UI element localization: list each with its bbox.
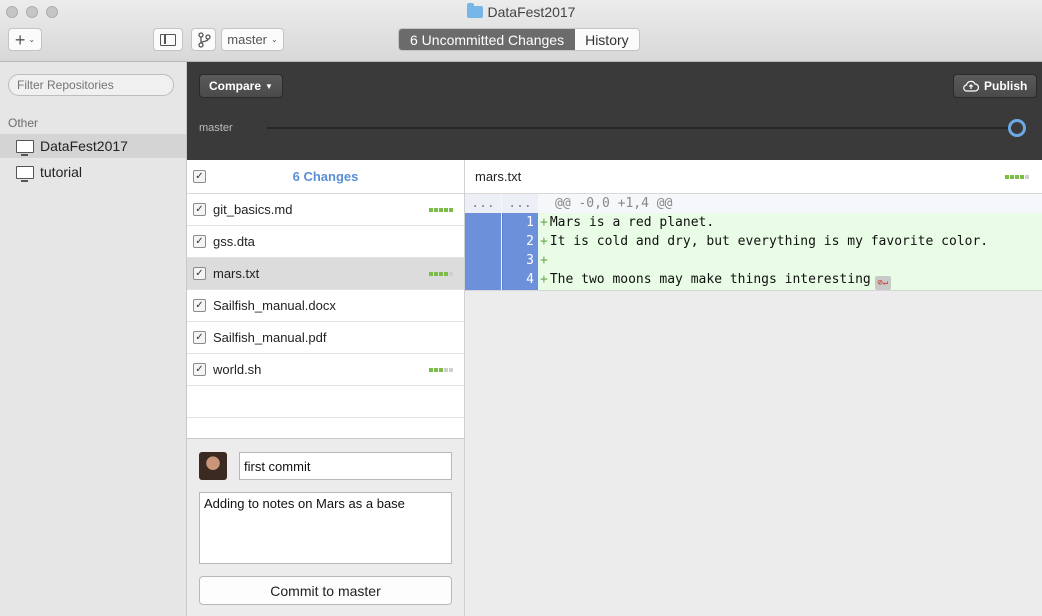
diffstat-block bbox=[1015, 174, 1019, 179]
toggle-sidebar-button[interactable] bbox=[153, 28, 183, 51]
changes-header: ✓ 6 Changes bbox=[187, 160, 464, 194]
diffstat-block bbox=[429, 271, 433, 276]
added-marker: + bbox=[540, 272, 548, 287]
commit-panel: Adding to notes on Mars as a base Commit… bbox=[187, 438, 465, 616]
add-button[interactable]: + ⌄ bbox=[8, 28, 42, 51]
branch-button[interactable] bbox=[191, 28, 216, 51]
view-tabs: 6 Uncommitted Changes History bbox=[398, 28, 640, 51]
diffstat-block bbox=[434, 207, 438, 212]
chevron-down-icon: ⌄ bbox=[271, 35, 278, 44]
file-row-world[interactable]: ✓ world.sh bbox=[187, 354, 464, 386]
branch-selector[interactable]: master ⌄ bbox=[221, 28, 284, 51]
changes-panel: ✓ 6 Changes ✓ git_basics.md ✓ gss.dta ✓ … bbox=[187, 160, 465, 438]
diff-divider bbox=[465, 290, 1042, 291]
diffstat-bar bbox=[429, 367, 453, 372]
branch-header: Compare ▼ Publish master bbox=[187, 62, 1042, 160]
branch-head-marker[interactable] bbox=[1008, 119, 1026, 137]
diffstat-block bbox=[1005, 174, 1009, 179]
sidebar-item-tutorial[interactable]: tutorial bbox=[0, 160, 186, 184]
diffstat-block bbox=[449, 207, 453, 212]
folder-icon bbox=[466, 3, 483, 18]
computer-icon bbox=[16, 139, 34, 156]
diffstat-bar bbox=[429, 207, 453, 212]
commit-button[interactable]: Commit to master bbox=[199, 576, 452, 605]
file-row-gss[interactable]: ✓ gss.dta bbox=[187, 226, 464, 258]
diffstat-block bbox=[1020, 174, 1024, 179]
diffstat-block bbox=[434, 271, 438, 276]
branch-icon bbox=[197, 31, 211, 48]
file-checkbox[interactable]: ✓ bbox=[193, 267, 206, 280]
file-row-sailfish-pdf[interactable]: ✓ Sailfish_manual.pdf bbox=[187, 322, 464, 354]
diffstat-block bbox=[429, 207, 433, 212]
diffstat-block bbox=[444, 271, 448, 276]
diffstat-block bbox=[439, 271, 443, 276]
toolbar: DataFest2017 + ⌄ master ⌄ 6 Uncommitted … bbox=[0, 0, 1042, 62]
window-title: DataFest2017 bbox=[0, 3, 1042, 20]
added-marker: + bbox=[540, 253, 548, 268]
file-row-sailfish-docx[interactable]: ✓ Sailfish_manual.docx bbox=[187, 290, 464, 322]
publish-button[interactable]: Publish bbox=[953, 74, 1038, 98]
file-checkbox[interactable]: ✓ bbox=[193, 299, 206, 312]
diffstat-block bbox=[444, 207, 448, 212]
diffstat-bar bbox=[1005, 174, 1029, 179]
sidebar-item-datafest2017[interactable]: DataFest2017 bbox=[0, 134, 186, 158]
file-checkbox[interactable]: ✓ bbox=[193, 235, 206, 248]
branch-name-label: master bbox=[199, 122, 233, 134]
cloud-upload-icon bbox=[963, 80, 979, 92]
diffstat-block bbox=[1010, 174, 1014, 179]
file-checkbox[interactable]: ✓ bbox=[193, 363, 206, 376]
compare-button[interactable]: Compare ▼ bbox=[199, 74, 283, 98]
diffstat-block bbox=[449, 271, 453, 276]
diffstat-block bbox=[439, 367, 443, 372]
file-checkbox[interactable]: ✓ bbox=[193, 331, 206, 344]
computer-icon bbox=[16, 165, 34, 182]
diff-file-header: mars.txt bbox=[465, 160, 1042, 194]
diffstat-block bbox=[429, 367, 433, 372]
changes-count: 6 Changes bbox=[292, 169, 359, 184]
tab-history[interactable]: History bbox=[575, 29, 639, 50]
commit-summary-input[interactable] bbox=[239, 452, 452, 480]
sidebar-icon bbox=[160, 33, 176, 46]
diff-hunk-header: ... ... @@ -0,0 +1,4 @@ bbox=[465, 194, 1042, 213]
avatar bbox=[199, 452, 227, 480]
diffstat-block bbox=[444, 367, 448, 372]
diff-line[interactable]: 3 + bbox=[465, 251, 1042, 270]
diffstat-block bbox=[434, 367, 438, 372]
file-row-mars[interactable]: ✓ mars.txt bbox=[187, 258, 464, 290]
diff-view: ... ... @@ -0,0 +1,4 @@ 1 + Mars is a red… bbox=[465, 194, 1042, 616]
diffstat-block bbox=[449, 367, 453, 372]
diffstat-bar bbox=[429, 271, 453, 276]
commit-description-input[interactable]: Adding to notes on Mars as a base bbox=[199, 492, 452, 564]
diff-line[interactable]: 1 + Mars is a red planet. bbox=[465, 213, 1042, 232]
diff-line[interactable]: 4 + The two moons may make things interes… bbox=[465, 270, 1042, 290]
added-marker: + bbox=[540, 215, 548, 230]
filter-repositories-input[interactable] bbox=[8, 74, 174, 96]
caret-down-icon: ▼ bbox=[265, 81, 273, 91]
diff-line[interactable]: 2 + It is cold and dry, but everything is… bbox=[465, 232, 1042, 251]
diffstat-block bbox=[439, 207, 443, 212]
changed-files-list: ✓ git_basics.md ✓ gss.dta ✓ mars.txt ✓ S… bbox=[187, 194, 464, 418]
repository-sidebar: Other DataFest2017 tutorial bbox=[0, 62, 187, 616]
repo-group-label: Other bbox=[8, 116, 39, 130]
branch-timeline bbox=[267, 127, 1012, 129]
tab-uncommitted-changes[interactable]: 6 Uncommitted Changes bbox=[399, 29, 576, 50]
select-all-checkbox[interactable]: ✓ bbox=[193, 170, 206, 183]
chevron-down-icon: ⌄ bbox=[28, 35, 36, 44]
diffstat-block bbox=[1025, 174, 1029, 179]
added-marker: + bbox=[540, 234, 548, 249]
diff-file-name: mars.txt bbox=[475, 169, 522, 184]
file-row-git-basics[interactable]: ✓ git_basics.md bbox=[187, 194, 464, 226]
no-newline-icon: ⊘↵ bbox=[874, 276, 891, 290]
file-checkbox[interactable]: ✓ bbox=[193, 203, 206, 216]
empty-row bbox=[187, 386, 464, 418]
